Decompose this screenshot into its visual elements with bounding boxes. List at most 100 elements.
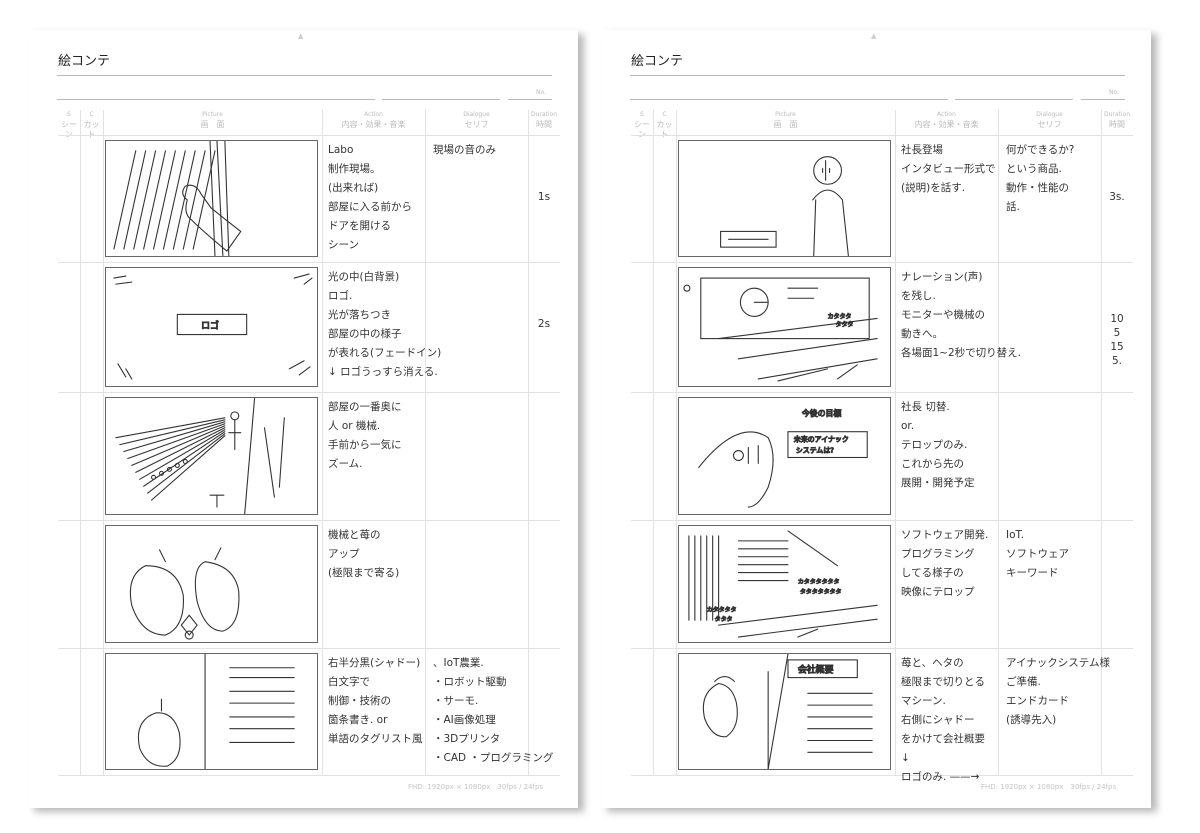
- text-line: 極限まで切りとる: [901, 676, 985, 688]
- format-footer: FHD: 1920px × 1080px 30fps / 24fps: [981, 783, 1117, 791]
- text-line: を残し.: [901, 290, 936, 302]
- text-line: 5.: [1111, 355, 1123, 367]
- action-cell: 右半分黒(シャドー) 白文字で 制御・技術の 箇条書き. or 単語のタグリスト風: [328, 654, 423, 749]
- text-line: 白文字で: [328, 676, 370, 688]
- meta-line: [508, 99, 552, 100]
- action-cell: 社長登場 インタビュー形式で (説明)を話す.: [901, 141, 996, 198]
- text-line: 、IoT農業.: [433, 657, 484, 669]
- text-line: が表れる(フェードイン): [328, 347, 442, 359]
- column-header-ja: 内容・効果・音楽: [341, 120, 406, 129]
- column-header-ja: 画 面: [200, 120, 225, 129]
- picture-frame-strawberry: [105, 525, 318, 643]
- text-line: ナレーション(声): [901, 271, 983, 283]
- picture-text: ロゴ: [201, 319, 219, 331]
- column-header-ja: セリフ: [464, 120, 489, 129]
- text-line: ・AI画像処理: [433, 714, 496, 726]
- column-header-en: S: [67, 111, 71, 118]
- row-divider: [631, 520, 1133, 521]
- column-header-dialogue: Dialogue セリフ: [998, 110, 1101, 135]
- storyboard-page: ▲ 絵コンテ No. S シーン C カット Picture 画 面 Action 内容・効果・音楽…: [601, 30, 1151, 808]
- action-cell: ナレーション(声) を残し. モニターや機械の 動きへ。 各場面1~2秒で切り替え.: [901, 268, 1021, 363]
- picture-frame-list: [105, 653, 318, 770]
- column-header-picture: Picture 画 面: [676, 110, 895, 135]
- picture-text: 未来のアイナック: [794, 435, 849, 444]
- row-divider: [631, 775, 1133, 776]
- text-line: 各場面1~2秒で切り替え.: [901, 347, 1021, 359]
- meta-line: [630, 99, 948, 100]
- row-divider: [58, 520, 560, 521]
- text-line: をかけて会社概要: [901, 733, 985, 745]
- text-line: マシーン.: [901, 695, 946, 707]
- picture-text: タタタタタタタ: [800, 587, 842, 595]
- text-line: Labo: [328, 144, 354, 156]
- column-header-ja: 内容・効果・音楽: [914, 120, 979, 129]
- text-line: 部屋に入る前から: [328, 201, 412, 213]
- column-header-ja: セリフ: [1037, 120, 1062, 129]
- text-line: ↓: [901, 752, 910, 764]
- text-line: IoT.: [1006, 529, 1025, 541]
- column-divider: [895, 110, 896, 775]
- action-cell: 社長 切替. or. テロップのみ. これから先の 展開・開発予定: [901, 398, 975, 493]
- picture-frame-face: 今後の目標 未来のアイナック システムは?: [678, 397, 891, 515]
- column-header-ja: 時間: [1109, 120, 1125, 129]
- meta-line: [1081, 99, 1125, 100]
- column-header-en: Action: [937, 111, 956, 118]
- text-line: という商品.: [1006, 163, 1062, 175]
- row-divider: [631, 262, 1133, 263]
- text-line: 10: [1110, 313, 1124, 325]
- row-divider: [58, 135, 560, 136]
- action-cell: 機械と苺のアップ (極限まで寄る): [328, 526, 399, 583]
- number-label: No.: [1109, 89, 1119, 96]
- text-line: 部屋の一番奥に: [328, 401, 402, 413]
- picture-frame-logo: ロゴ: [105, 267, 318, 387]
- format-footer: FHD: 1920px × 1080px 30fps / 24fps: [408, 783, 544, 791]
- text-line: してる様子の: [901, 567, 964, 579]
- dialogue-cell: 現場の音のみ: [433, 141, 496, 160]
- picture-text: 会社概要: [798, 664, 834, 676]
- page-title: 絵コンテ: [631, 54, 684, 69]
- text-line: ソフトウェア: [1006, 548, 1069, 560]
- text-line: ご準備.: [1006, 676, 1041, 688]
- picture-frame-president: [678, 140, 891, 257]
- row-divider: [58, 775, 560, 776]
- picture-frame-door: [105, 140, 318, 257]
- column-header-duration: Duration 時間: [1101, 110, 1133, 135]
- column-header-en: Action: [364, 111, 383, 118]
- text-line: ロゴ.: [328, 290, 353, 302]
- meta-line: [57, 99, 375, 100]
- number-label: No.: [536, 89, 546, 96]
- row-divider: [58, 392, 560, 393]
- meta-line: [955, 99, 1073, 100]
- text-line: ズーム.: [328, 458, 363, 470]
- text-line: アップ: [328, 548, 360, 560]
- column-header-en: Picture: [775, 111, 796, 118]
- title-underline: [630, 75, 1125, 76]
- text-line: 5: [1113, 327, 1121, 339]
- text-line: ソフトウェア開発.: [901, 529, 989, 541]
- column-header-en: Picture: [202, 111, 223, 118]
- column-header-en: Duration: [1103, 111, 1131, 118]
- column-header-duration: Duration 時間: [528, 110, 560, 135]
- column-divider: [998, 110, 999, 775]
- text-line: 光の中(白背景): [328, 271, 400, 283]
- text-line: (出来れば): [328, 182, 379, 194]
- column-divider: [103, 110, 104, 775]
- text-line: (極限まで寄る): [328, 567, 400, 579]
- column-divider: [653, 110, 654, 775]
- text-line: 動きへ。: [901, 328, 943, 340]
- column-header-en: Dialogue: [1036, 111, 1063, 118]
- text-line: 右半分黒(シャドー): [328, 657, 421, 669]
- column-divider: [322, 110, 323, 775]
- title-underline: [57, 75, 552, 76]
- text-line: シーン: [328, 239, 359, 251]
- text-line: 人 or 機械.: [328, 420, 381, 432]
- text-line: エンドカード: [1006, 695, 1069, 707]
- column-header-cut: C カット: [653, 110, 676, 139]
- column-header-cut: C カット: [80, 110, 103, 139]
- text-line: 単語のタグリスト風: [328, 733, 423, 745]
- text-line: アイナックシステム様: [1006, 657, 1110, 669]
- text-line: キーワード: [1006, 567, 1059, 579]
- action-cell: ソフトウェア開発. プログラミング してる様子の 映像にテロップ: [901, 526, 988, 602]
- action-cell: Labo 制作現場。 (出来れば) 部屋に入る前から ドアを開ける シーン: [328, 141, 412, 255]
- text-line: 機械と苺の: [328, 529, 381, 541]
